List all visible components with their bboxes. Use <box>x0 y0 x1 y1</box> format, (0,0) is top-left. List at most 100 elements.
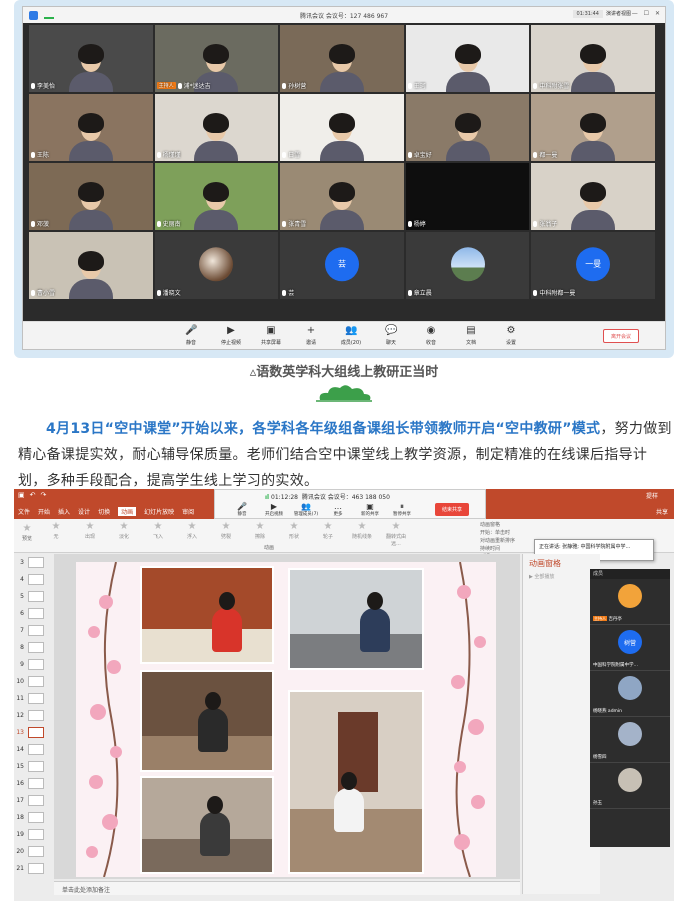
participant-tile[interactable]: 杨雪四 <box>590 717 670 763</box>
animation-option[interactable]: ★ 劈裂 <box>214 521 238 547</box>
video-tile[interactable]: 都一曼 <box>531 94 655 161</box>
slide-thumbnail[interactable]: 5 <box>14 588 50 605</box>
slide-thumbnail[interactable]: 10 <box>14 673 50 690</box>
animation-option[interactable]: ★ 形状 <box>282 521 306 547</box>
ribbon-option[interactable]: 持续时间 <box>480 545 515 553</box>
video-tile[interactable]: 日雪 <box>280 94 404 161</box>
ribbon-group-label: 动画 <box>264 545 275 551</box>
video-tile[interactable]: 一曼 中科附都一曼 <box>531 232 655 299</box>
video-tile[interactable]: 孙树营 <box>280 25 404 92</box>
slide-thumbnail[interactable]: 19 <box>14 826 50 843</box>
animation-option[interactable]: ★ 飞入 <box>146 521 170 547</box>
slide-thumbnail[interactable]: 9 <box>14 656 50 673</box>
toolbar-button[interactable]: ▣ 共享屏幕 <box>258 325 284 346</box>
ribbon-tab[interactable]: 插入 <box>58 507 70 516</box>
video-tile[interactable]: 李美怡 <box>29 25 153 92</box>
video-tile[interactable]: 卓宝好 <box>405 94 530 161</box>
animation-option[interactable]: ★ 轮子 <box>316 521 340 547</box>
slide-canvas[interactable] <box>76 562 496 877</box>
window-controls[interactable]: — ☐ ✕ <box>632 10 662 17</box>
share-bar-icon: ▣ <box>366 502 374 511</box>
ribbon-option[interactable]: 开始：单击时 <box>480 529 515 537</box>
slide-thumbnail[interactable]: 14 <box>14 741 50 758</box>
video-tile[interactable]: 曹小雪 <box>29 232 153 299</box>
toolbar-button[interactable]: + 邀请 <box>298 325 324 346</box>
video-tile[interactable]: 邓菠 <box>29 163 153 230</box>
animation-option[interactable]: ★ 随机线条 <box>350 521 374 547</box>
slide-thumbnail[interactable]: 4 <box>14 571 50 588</box>
undo-icon[interactable]: ↶ <box>30 491 36 499</box>
slide-thumbnail[interactable]: 3 <box>14 554 50 571</box>
toolbar-icon: ◉ <box>426 325 436 336</box>
share-bar-button[interactable]: … 更多 <box>325 502 351 517</box>
animation-option[interactable]: ★ 出现 <box>78 521 102 547</box>
animation-option[interactable]: ★ 翻转式由远... <box>384 521 408 547</box>
ribbon-option[interactable]: 对动画重新排序 <box>480 537 515 545</box>
video-tile[interactable]: 王陈 <box>29 94 153 161</box>
slide-thumbnail[interactable]: 16 <box>14 775 50 792</box>
slide-number: 10 <box>16 678 24 685</box>
play-all-button[interactable]: ▶ 全部播放 <box>523 573 600 580</box>
slide-thumbnail[interactable]: 11 <box>14 690 50 707</box>
participant-tile[interactable]: 主持人 吉丹亭 <box>590 579 670 625</box>
share-bar-button[interactable]: ▶ 开启视频 <box>261 502 287 517</box>
view-toggle[interactable]: 演讲者视图 <box>606 10 631 17</box>
animation-option[interactable]: ★ 淡化 <box>112 521 136 547</box>
animation-option[interactable]: ★ 浮入 <box>180 521 204 547</box>
user-name[interactable]: 提样 <box>646 491 658 500</box>
toolbar-button[interactable]: ▤ 文档 <box>458 325 484 346</box>
ribbon-tab[interactable]: 切换 <box>98 507 110 516</box>
slide-thumbnail[interactable]: 8 <box>14 639 50 656</box>
slide-thumbnail[interactable]: 13 <box>14 724 50 741</box>
video-tile[interactable]: 杨婷 <box>405 163 530 230</box>
participant-tile[interactable]: 孙玉 <box>590 763 670 809</box>
toolbar-button[interactable]: ⚙ 设置 <box>498 325 524 346</box>
save-icon[interactable]: ▣ <box>18 491 25 499</box>
video-tile[interactable]: 张翁子 <box>531 163 655 230</box>
redo-icon[interactable]: ↷ <box>41 491 47 499</box>
video-tile[interactable]: 潘晓文 <box>154 232 279 299</box>
slide-thumbnail[interactable]: 17 <box>14 792 50 809</box>
notes-area[interactable]: 单击此处添加备注 <box>54 881 520 895</box>
toolbar-button[interactable]: 🎤 静音 <box>178 325 204 346</box>
toolbar-button[interactable]: 💬 聊天 <box>378 325 404 346</box>
slide-thumbnail[interactable]: 15 <box>14 758 50 775</box>
ribbon-tab[interactable]: 设计 <box>78 507 90 516</box>
toolbar-button[interactable]: ◉ 收音 <box>418 325 444 346</box>
share-bar-button[interactable]: ▣ 新的共享 <box>357 502 383 517</box>
ribbon-tab[interactable]: 开始 <box>38 507 50 516</box>
share-bar-button[interactable]: ⏸ 暂停共享 <box>389 502 415 517</box>
video-tile[interactable]: 王珂 <box>405 25 530 92</box>
video-tile[interactable]: 章立晨 <box>405 232 530 299</box>
preview-button[interactable]: ★ 预览 <box>18 523 36 542</box>
slide-thumbnail[interactable]: 6 <box>14 605 50 622</box>
slide-thumbnail[interactable]: 21 <box>14 860 50 877</box>
toolbar-button[interactable]: 👥 成员(20) <box>338 325 364 346</box>
video-tile[interactable]: 主持人 浦*迷达吉 <box>154 25 279 92</box>
participant-tile[interactable]: 杨晓燕 admin <box>590 671 670 717</box>
share-bar-button[interactable]: 👥 管理成员(7) <box>293 502 319 517</box>
ribbon-tab[interactable]: 审阅 <box>182 507 194 516</box>
ribbon-tab[interactable]: 动画 <box>118 507 137 516</box>
slide-thumbnail[interactable]: 12 <box>14 707 50 724</box>
video-tile[interactable]: 杨瑾瑾 <box>154 94 279 161</box>
video-tile[interactable]: 中科附张雪 <box>531 25 655 92</box>
participant-tile[interactable]: 树营 中国科学院附属中学… <box>590 625 670 671</box>
animation-option[interactable]: ★ 无 <box>44 521 68 547</box>
video-tile[interactable]: 史丽南 <box>154 163 279 230</box>
slide-thumbnail[interactable]: 7 <box>14 622 50 639</box>
leave-meeting-button[interactable]: 离开会议 <box>603 329 639 343</box>
slide-thumbnail[interactable]: 18 <box>14 809 50 826</box>
toolbar-button[interactable]: ▶ 停止视频 <box>218 325 244 346</box>
ribbon-tab[interactable]: 幻灯片放映 <box>144 507 174 516</box>
ribbon-option[interactable]: 动画窗格 <box>480 521 515 529</box>
share-bar-button[interactable]: 🎤 静音 <box>229 502 255 517</box>
slide-number: 20 <box>16 848 24 855</box>
end-share-button[interactable]: 结束共享 <box>435 503 469 516</box>
video-tile[interactable]: 芸芸 <box>280 232 404 299</box>
share-button[interactable]: 共享 <box>656 507 668 516</box>
animation-label: 擦除 <box>254 534 265 540</box>
video-tile[interactable]: 张青雪 <box>280 163 404 230</box>
ribbon-tab[interactable]: 文件 <box>18 507 30 516</box>
slide-thumbnail[interactable]: 20 <box>14 843 50 860</box>
